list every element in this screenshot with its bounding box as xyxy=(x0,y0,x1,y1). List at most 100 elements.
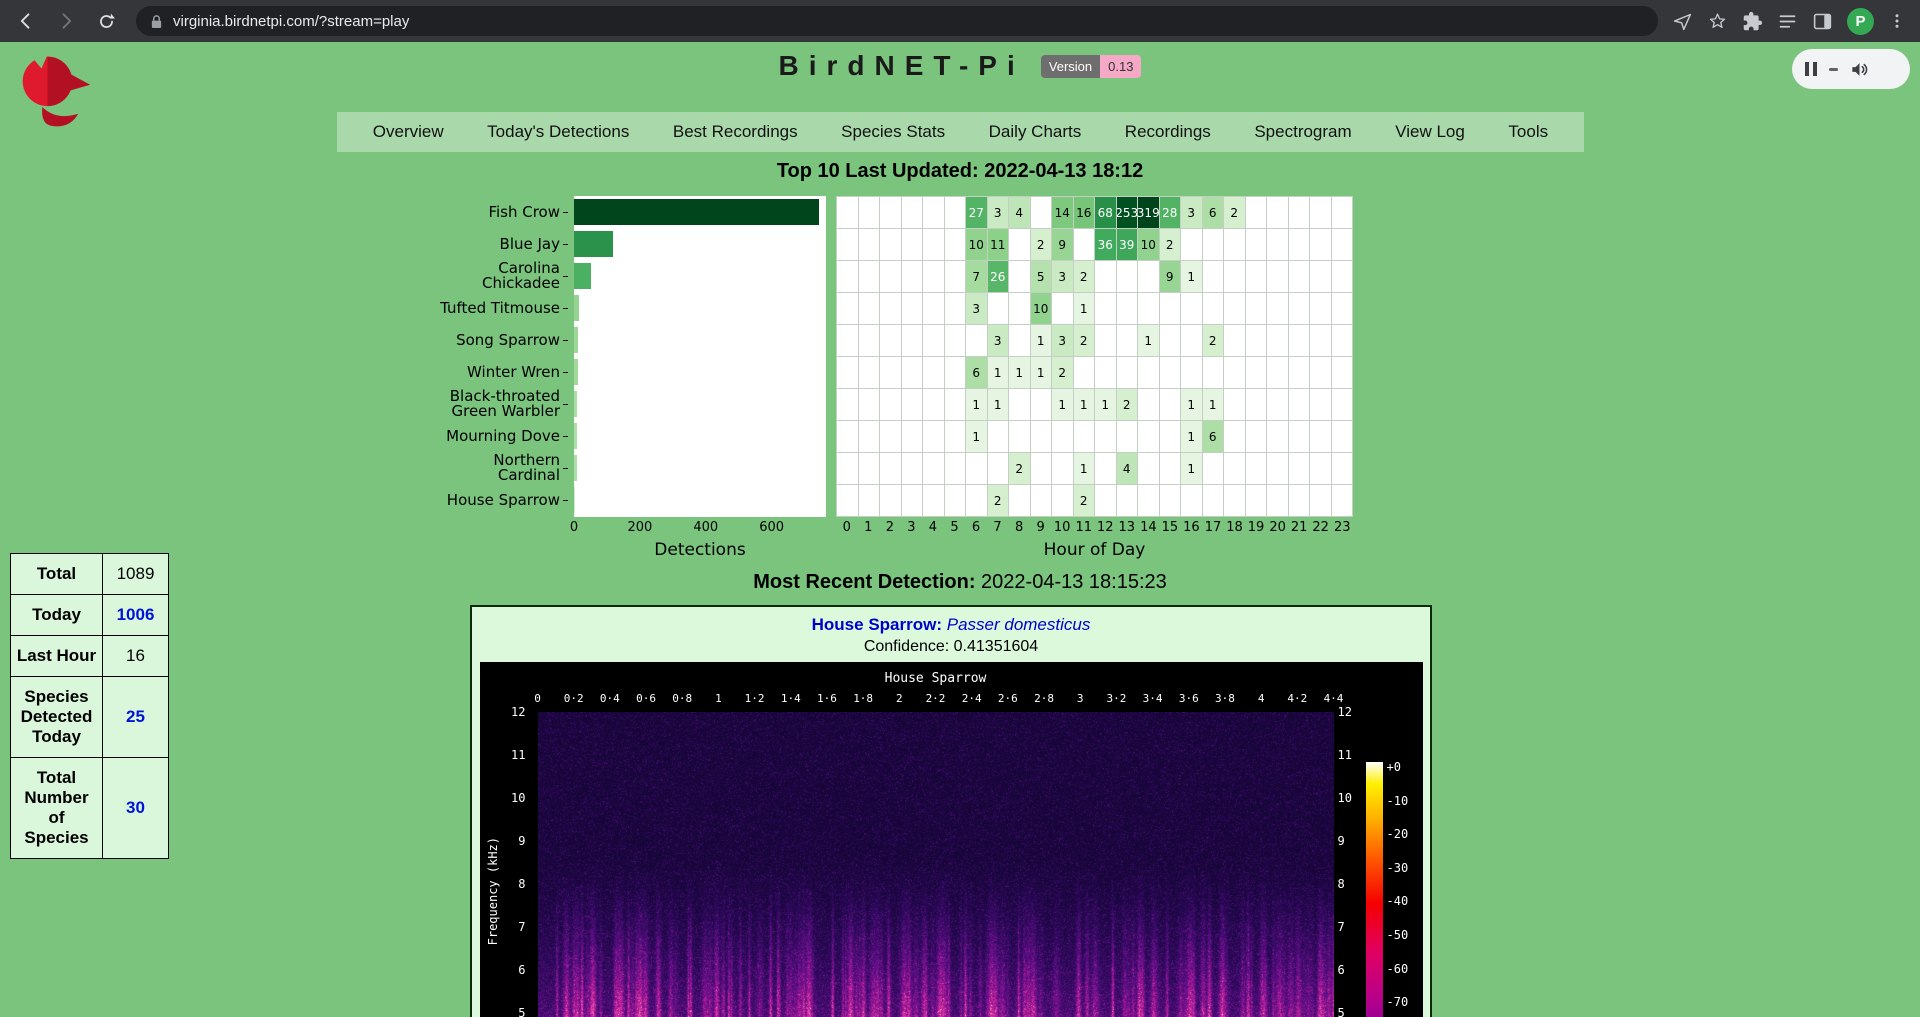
stats-table: Total1089Today1006Last Hour16Species Det… xyxy=(10,553,169,859)
url-bar[interactable]: virginia.birdnetpi.com/?stream=play xyxy=(136,6,1658,36)
heatmap-cell xyxy=(1160,421,1181,452)
heatmap-cell xyxy=(859,421,880,452)
audio-player[interactable] xyxy=(1792,49,1910,89)
heatmap-cell xyxy=(1117,325,1138,356)
heatmap-cell: 3 xyxy=(988,325,1009,356)
hour-axis-label: Hour of Day xyxy=(836,540,1353,560)
heatmap-cell xyxy=(859,293,880,324)
heatmap-cell: 3 xyxy=(988,197,1009,228)
nav-item-spectrogram[interactable]: Spectrogram xyxy=(1254,122,1351,142)
nav-item-best-recordings[interactable]: Best Recordings xyxy=(673,122,798,142)
detections-bar xyxy=(574,292,826,324)
heatmap-cell: 11 xyxy=(988,229,1009,260)
detection-scientific-name[interactable]: Passer domesticus xyxy=(947,615,1091,634)
heatmap-cell: 27 xyxy=(966,197,987,228)
heatmap-cell xyxy=(1117,485,1138,516)
heatmap-cell: 1 xyxy=(1181,389,1202,420)
stat-value-link[interactable]: 30 xyxy=(103,758,169,859)
heatmap-cell: 14 xyxy=(1052,197,1073,228)
heatmap-cell: 1 xyxy=(1203,389,1224,420)
heatmap-cell: 3 xyxy=(1052,261,1073,292)
stat-value-link[interactable]: 1006 xyxy=(103,595,169,636)
heatmap-cell xyxy=(880,485,901,516)
heatmap-cell xyxy=(1117,421,1138,452)
heatmap-cell xyxy=(923,421,944,452)
heatmap-cell: 1 xyxy=(1181,421,1202,452)
species-label: Black-throatedGreen Warbler xyxy=(418,388,568,420)
heatmap-cell xyxy=(1095,293,1116,324)
detections-bar xyxy=(574,324,826,356)
stat-label: Total Number of Species xyxy=(11,758,103,859)
heatmap-cell xyxy=(1310,389,1331,420)
bar-axis-ticks: 0200400600 xyxy=(574,520,826,536)
masthead: BirdNET-Pi Version 0.13 xyxy=(0,50,1920,82)
nav-item-tools[interactable]: Tools xyxy=(1508,122,1548,142)
detection-common-name[interactable]: House Sparrow: xyxy=(812,615,942,634)
heatmap-cell xyxy=(966,325,987,356)
detections-bar xyxy=(574,420,826,452)
heatmap-cell: 3 xyxy=(1052,325,1073,356)
back-button[interactable] xyxy=(10,5,42,37)
heatmap-cell xyxy=(1031,389,1052,420)
forward-button[interactable] xyxy=(50,5,82,37)
heatmap-cell xyxy=(902,325,923,356)
heatmap-cell xyxy=(859,261,880,292)
heatmap-cell: 2 xyxy=(988,485,1009,516)
heatmap-cell xyxy=(1203,261,1224,292)
heatmap-cell xyxy=(1332,325,1353,356)
heatmap-cell xyxy=(859,357,880,388)
kebab-menu-icon[interactable] xyxy=(1888,12,1906,30)
nav-item-view-log[interactable]: View Log xyxy=(1395,122,1465,142)
spectrogram: House Sparrow 00·20·40·60·811·21·41·61·8… xyxy=(480,662,1423,1017)
heatmap-cell xyxy=(1138,453,1159,484)
nav-item-today-s-detections[interactable]: Today's Detections xyxy=(487,122,629,142)
heatmap-cell xyxy=(1160,325,1181,356)
reading-list-icon[interactable] xyxy=(1777,11,1798,32)
heatmap-cell: 5 xyxy=(1031,261,1052,292)
heatmap-cell: 1 xyxy=(988,357,1009,388)
extensions-puzzle-icon[interactable] xyxy=(1742,11,1763,32)
stats-row: Last Hour16 xyxy=(11,636,169,677)
heatmap-cell xyxy=(1289,389,1310,420)
stat-value-link[interactable]: 25 xyxy=(103,677,169,758)
heatmap-cell xyxy=(1160,293,1181,324)
star-icon[interactable] xyxy=(1707,11,1728,32)
heatmap-cell xyxy=(1095,325,1116,356)
heatmap-cell xyxy=(1095,357,1116,388)
volume-icon[interactable] xyxy=(1850,60,1869,79)
heatmap-cell: 9 xyxy=(1160,261,1181,292)
heatmap-cell xyxy=(1267,389,1288,420)
side-panel-icon[interactable] xyxy=(1812,11,1833,32)
profile-avatar[interactable]: P xyxy=(1847,8,1874,35)
nav-item-daily-charts[interactable]: Daily Charts xyxy=(989,122,1082,142)
nav-item-recordings[interactable]: Recordings xyxy=(1125,122,1211,142)
reload-button[interactable] xyxy=(90,5,122,37)
heatmap-cell xyxy=(1138,357,1159,388)
heatmap-cell xyxy=(837,197,858,228)
heatmap-cell xyxy=(988,453,1009,484)
species-label: CarolinaChickadee xyxy=(418,260,568,292)
seek-bar[interactable] xyxy=(1829,68,1838,71)
species-label: Winter Wren xyxy=(418,356,568,388)
heatmap-cell xyxy=(1160,485,1181,516)
pause-icon[interactable] xyxy=(1805,62,1817,76)
heatmap-cell xyxy=(945,485,966,516)
heatmap-cell xyxy=(1160,357,1181,388)
heatmap-cell xyxy=(1138,261,1159,292)
heatmap-cell xyxy=(1138,421,1159,452)
heatmap-cell xyxy=(1052,293,1073,324)
detections-bar xyxy=(574,388,826,420)
heatmap-cell: 2 xyxy=(1052,357,1073,388)
send-icon[interactable] xyxy=(1672,11,1693,32)
heatmap-cell xyxy=(1267,357,1288,388)
heatmap-cell xyxy=(880,293,901,324)
heatmap-cell xyxy=(859,453,880,484)
nav-item-species-stats[interactable]: Species Stats xyxy=(841,122,945,142)
top10-chart: Fish CrowBlue JayCarolinaChickadeeTufted… xyxy=(418,196,1353,560)
species-label: Blue Jay xyxy=(418,228,568,260)
nav-item-overview[interactable]: Overview xyxy=(373,122,444,142)
heatmap-cell: 10 xyxy=(1138,229,1159,260)
url-text: virginia.birdnetpi.com/?stream=play xyxy=(173,13,409,30)
heatmap-cell: 1 xyxy=(1138,325,1159,356)
heatmap-cell xyxy=(859,229,880,260)
